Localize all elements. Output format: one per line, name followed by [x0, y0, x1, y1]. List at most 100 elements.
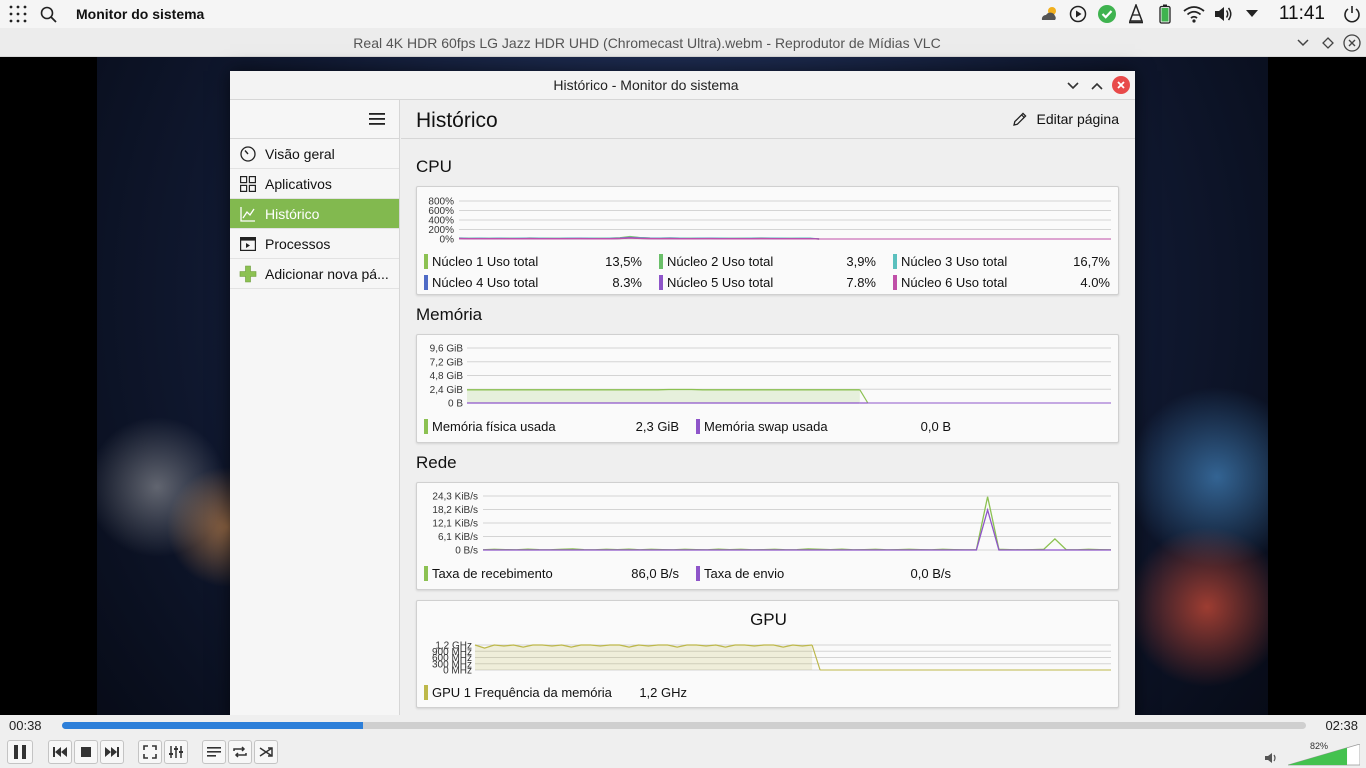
y-tick-label: 7,2 GiB	[430, 357, 464, 368]
sidebar-item-label: Aplicativos	[265, 175, 332, 192]
legend-value: 3,9%	[846, 254, 876, 269]
legend-item: Memória swap usada 0,0 B	[696, 419, 951, 434]
y-tick-label: 9,6 GiB	[430, 344, 464, 355]
next-button[interactable]	[100, 740, 124, 764]
main-content: Histórico Editar página CPU 800% 600% 400%…	[401, 100, 1135, 724]
time-total: 02:38	[1325, 718, 1358, 733]
y-tick-label: 2,4 GiB	[430, 385, 464, 396]
cpu-chart: 800%600%400%200%0%	[428, 197, 1111, 246]
sidebar-item-overview[interactable]: Visão geral	[230, 139, 399, 169]
controls-row: 82%	[0, 737, 1366, 768]
window-minimize-button[interactable]	[1062, 75, 1084, 97]
legend-label: Núcleo 6 Uso total	[901, 275, 1008, 290]
y-tick-label: 0 B/s	[455, 546, 478, 557]
mute-icon[interactable]	[1264, 751, 1278, 768]
gauge-icon	[239, 145, 257, 163]
system-tray: 11:41	[1035, 0, 1366, 28]
media-play-icon[interactable]	[1064, 0, 1093, 28]
legend-swatch	[696, 419, 700, 434]
vlc-minimize-button[interactable]	[1292, 32, 1314, 54]
y-tick-label: 0 B	[448, 399, 463, 410]
legend-item: Taxa de envio 0,0 B/s	[696, 566, 951, 581]
hamburger-menu-icon[interactable]	[369, 112, 385, 131]
y-tick-label: 6,1 KiB/s	[438, 532, 478, 543]
legend-label: Memória swap usada	[704, 419, 828, 434]
battery-icon[interactable]	[1151, 0, 1180, 28]
memory-card: 9,6 GiB 7,2 GiB 4,8 GiB 2,4 GiB 0 B Memória …	[416, 334, 1119, 443]
tray-expand-icon[interactable]	[1238, 0, 1267, 28]
add-page-icon	[239, 265, 257, 283]
memory-chart: 9,6 GiB 7,2 GiB 4,8 GiB 2,4 GiB 0 B	[430, 344, 1111, 410]
equalizer-button[interactable]	[164, 740, 188, 764]
volume-label: 82%	[1309, 741, 1328, 751]
playlist-button[interactable]	[202, 740, 226, 764]
y-tick-label: 0%	[440, 235, 455, 246]
seek-slider[interactable]	[62, 722, 1306, 729]
sidebar-item-applications[interactable]: Aplicativos	[230, 169, 399, 199]
updates-check-icon[interactable]	[1093, 0, 1122, 28]
legend-value: 16,7%	[1073, 254, 1110, 269]
vlc-titlebar: Real 4K HDR 60fps LG Jazz HDR UHD (Chrom…	[0, 28, 1366, 57]
weather-icon[interactable]	[1035, 0, 1064, 28]
y-tick-label: 24,3 KiB/s	[432, 492, 478, 503]
legend-value: 8.3%	[612, 275, 642, 290]
history-chart-icon	[239, 205, 257, 223]
power-icon[interactable]	[1337, 0, 1366, 28]
legend-label: Núcleo 2 Uso total	[667, 254, 774, 269]
volume-slider[interactable]: 82%	[1287, 741, 1361, 766]
process-icon	[239, 235, 257, 253]
sidebar-item-add-page[interactable]: Adicionar nova pá...	[230, 259, 399, 289]
window-titlebar[interactable]: Histórico - Monitor do sistema	[230, 71, 1135, 100]
legend-label: Taxa de recebimento	[432, 566, 553, 581]
window-maximize-button[interactable]	[1086, 75, 1108, 97]
y-tick-label: 12,1 KiB/s	[432, 519, 478, 530]
network-card: 24,3 KiB/s 18,2 KiB/s 12,1 KiB/s 6,1 KiB/s 0…	[416, 482, 1119, 590]
vlc-tray-icon[interactable]	[1122, 0, 1151, 28]
clock[interactable]: 11:41	[1279, 3, 1325, 25]
legend-label: Núcleo 3 Uso total	[901, 254, 1008, 269]
app-launcher-icon[interactable]	[0, 5, 36, 23]
legend-swatch	[659, 275, 663, 290]
series-drop-line	[859, 389, 869, 404]
search-icon[interactable]	[36, 6, 60, 23]
seek-row: 00:38 02:38	[0, 715, 1366, 737]
section-title-memory: Memória	[416, 305, 483, 324]
legend-label: Núcleo 5 Uso total	[667, 275, 774, 290]
legend-item: Núcleo 5 Uso total 7.8%	[659, 275, 876, 290]
stop-button[interactable]	[74, 740, 98, 764]
window-title: Histórico - Monitor do sistema	[553, 77, 739, 93]
edit-page-button[interactable]: Editar página	[1012, 111, 1119, 127]
previous-button[interactable]	[48, 740, 72, 764]
shuffle-button[interactable]	[254, 740, 278, 764]
legend-swatch	[424, 275, 428, 290]
pencil-icon	[1012, 111, 1028, 127]
legend-swatch	[424, 254, 428, 269]
legend-swatch	[424, 566, 428, 581]
page-header: Histórico Editar página	[401, 100, 1135, 139]
loop-button[interactable]	[228, 740, 252, 764]
sidebar: Visão geral Aplicativos Histórico Proces…	[230, 100, 400, 724]
sidebar-item-label: Visão geral	[265, 145, 335, 162]
pause-button[interactable]	[7, 740, 33, 764]
section-title-cpu: CPU	[416, 157, 452, 176]
legend-item: Memória física usada 2,3 GiB	[424, 419, 679, 434]
sidebar-item-history[interactable]: Histórico	[230, 199, 399, 229]
volume-icon[interactable]	[1209, 0, 1238, 28]
gpu-chart: 1,2 GHz900 MHz600 MHz300 MHz0 MHz	[432, 641, 1111, 677]
vlc-close-button[interactable]	[1341, 32, 1363, 54]
legend-swatch	[893, 254, 897, 269]
legend-label: Núcleo 4 Uso total	[432, 275, 539, 290]
legend-item: Núcleo 6 Uso total 4.0%	[893, 275, 1110, 290]
y-tick-label: 4,8 GiB	[430, 371, 464, 382]
wifi-icon[interactable]	[1180, 0, 1209, 28]
sidebar-header	[230, 100, 399, 139]
sidebar-item-processes[interactable]: Processos	[230, 229, 399, 259]
edit-page-label: Editar página	[1036, 111, 1119, 127]
vlc-maximize-button[interactable]	[1317, 32, 1339, 54]
window-close-button[interactable]	[1112, 76, 1130, 94]
legend-swatch	[696, 566, 700, 581]
legend-value: 7.8%	[846, 275, 876, 290]
fullscreen-button[interactable]	[138, 740, 162, 764]
y-tick-label: 0 MHz	[443, 666, 472, 677]
network-chart: 24,3 KiB/s 18,2 KiB/s 12,1 KiB/s 6,1 KiB/s 0…	[432, 492, 1112, 557]
